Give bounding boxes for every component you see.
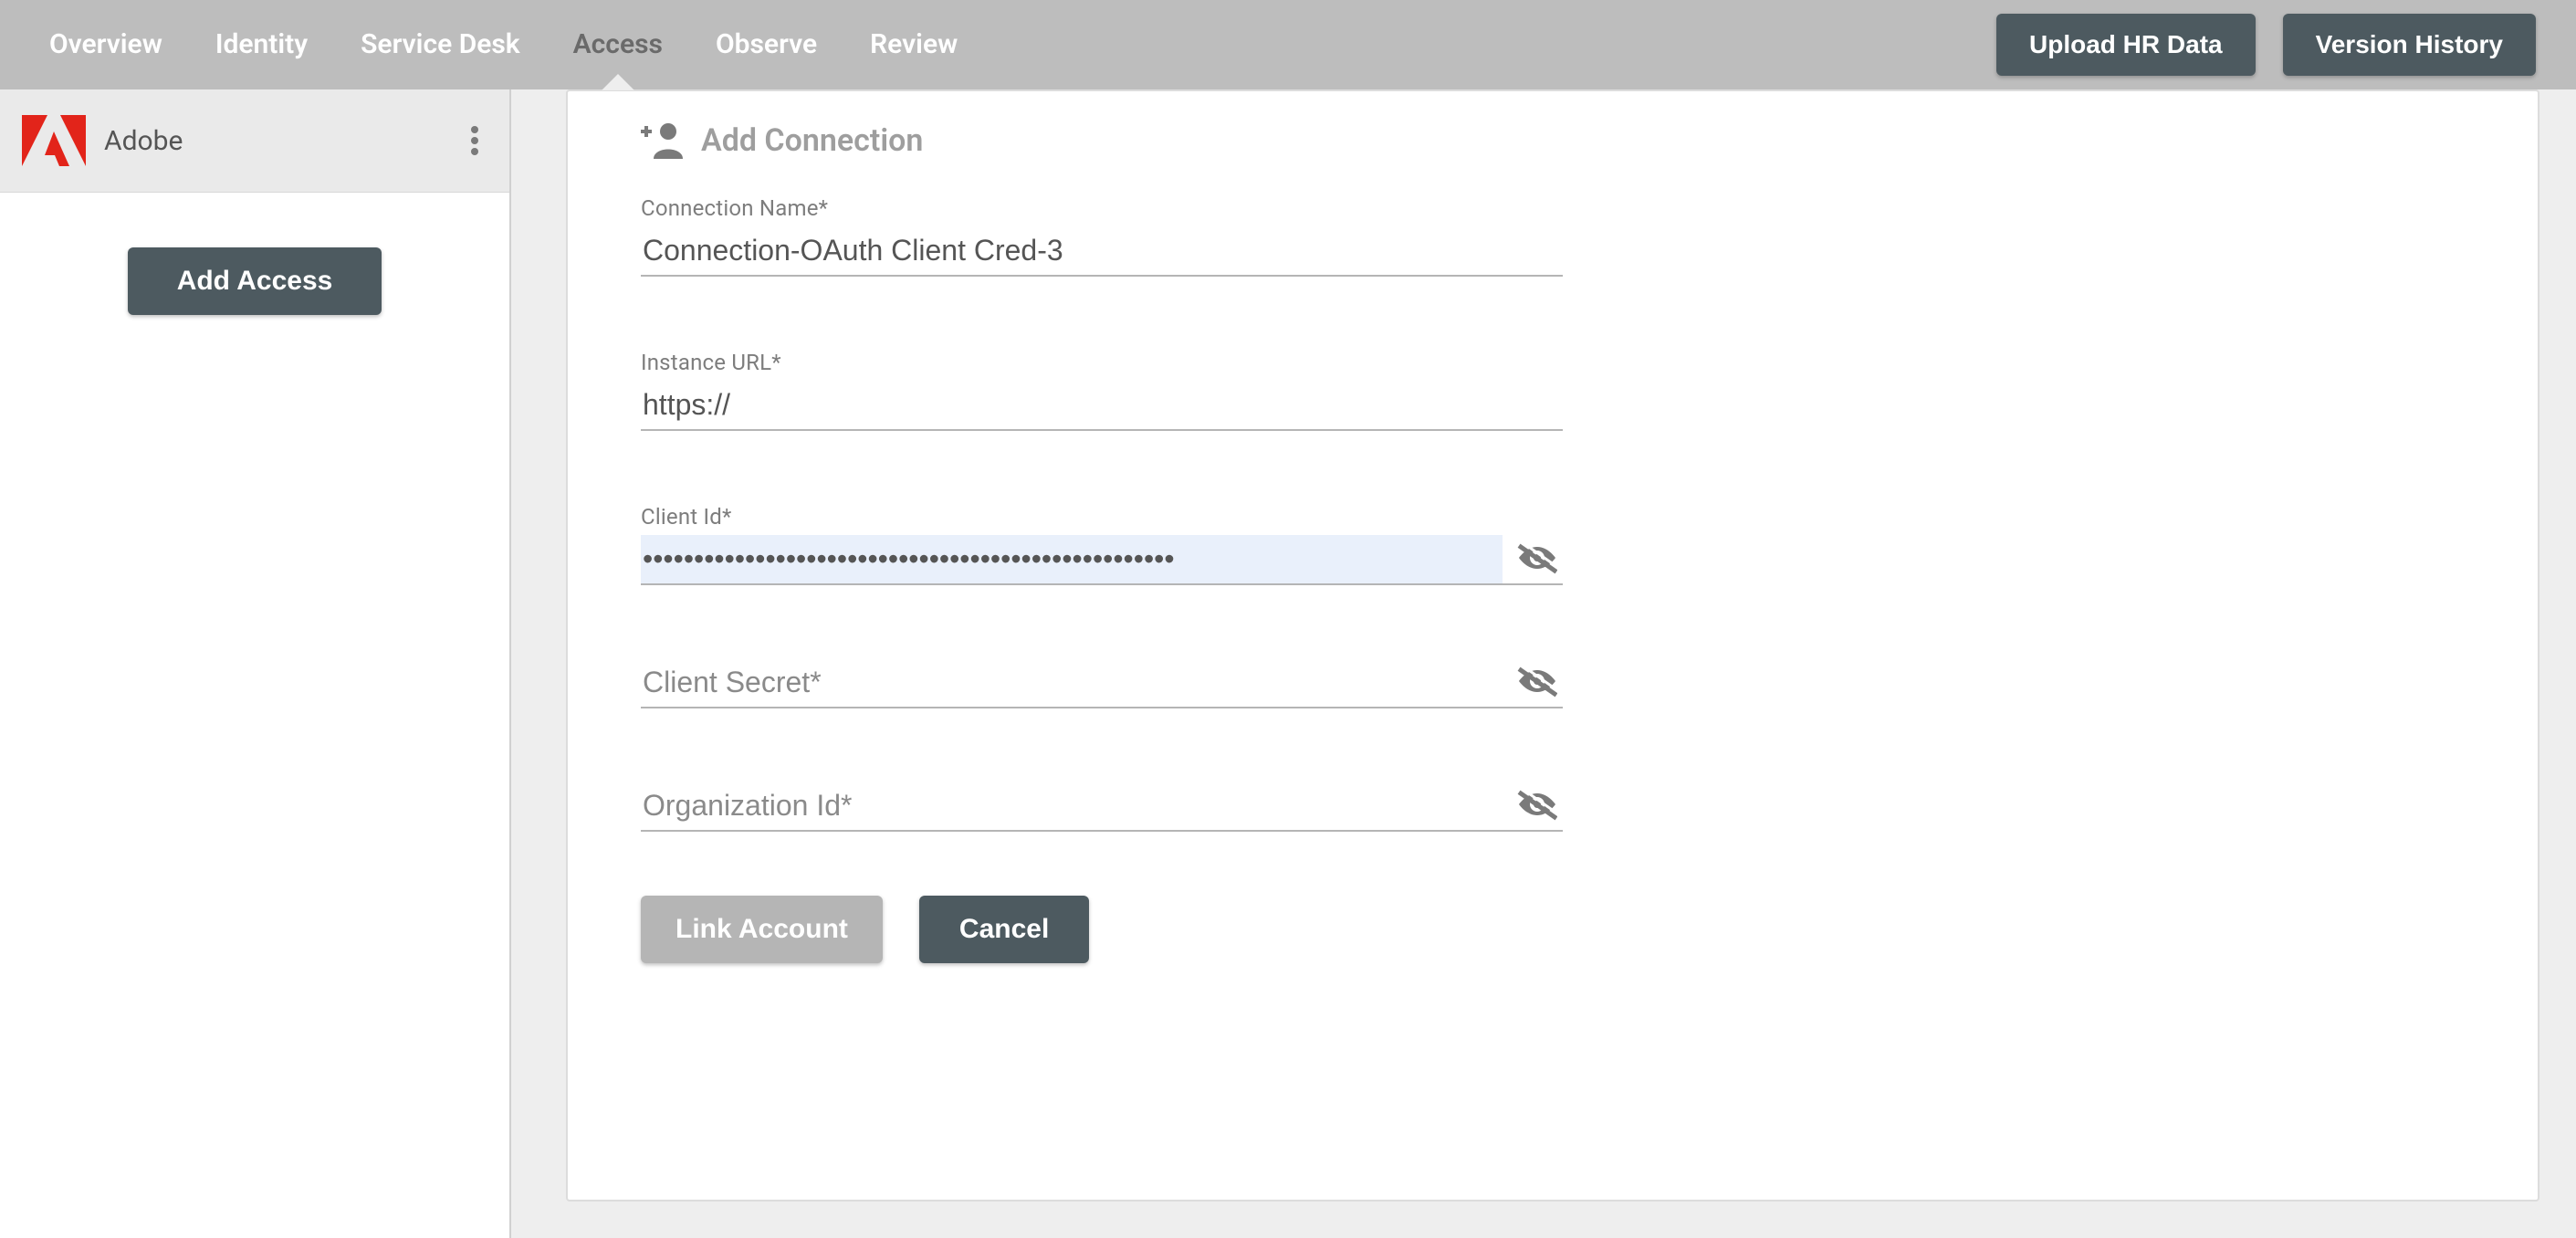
add-connection-card: Add Connection Connection Name* Instance… [566,89,2539,1201]
sidebar-item-left: Adobe [22,115,183,166]
toggle-visibility-client-secret[interactable] [1512,665,1563,700]
tab-access[interactable]: Access [573,0,663,89]
card-title: Add Connection [701,122,923,159]
person-add-icon [641,122,683,159]
field-client-secret [641,658,1563,708]
top-nav: Overview Identity Service Desk Access Ob… [0,0,2576,89]
sidebar-item-adobe[interactable]: Adobe [0,89,509,193]
tab-review[interactable]: Review [870,0,958,89]
instance-url-label: Instance URL* [641,350,1563,375]
eye-off-icon [1517,665,1557,698]
layout: Adobe Add Access Add Connection [0,89,2576,1238]
field-client-id: Client Id* [641,504,1563,585]
upload-hr-data-button[interactable]: Upload HR Data [1996,14,2256,76]
tab-observe[interactable]: Observe [716,0,817,89]
adobe-logo-icon [22,115,86,166]
field-connection-name: Connection Name* [641,195,1563,277]
card-header: Add Connection [641,122,2465,159]
link-account-button[interactable]: Link Account [641,896,883,963]
organization-id-input[interactable] [641,782,1503,830]
tab-service-desk[interactable]: Service Desk [361,0,520,89]
main: Add Connection Connection Name* Instance… [511,89,2576,1238]
instance-url-input[interactable] [641,381,1563,429]
connection-form: Connection Name* Instance URL* Client Id… [641,195,1563,963]
more-icon[interactable] [462,121,487,161]
cancel-button[interactable]: Cancel [919,896,1089,963]
client-id-input[interactable] [641,535,1503,583]
field-instance-url: Instance URL* [641,350,1563,431]
tab-overview[interactable]: Overview [49,0,162,89]
toggle-visibility-client-id[interactable] [1512,541,1563,577]
top-nav-actions: Upload HR Data Version History [1996,14,2536,76]
sidebar: Adobe Add Access [0,89,511,1238]
field-organization-id [641,782,1563,832]
sidebar-actions: Add Access [0,193,509,315]
form-actions: Link Account Cancel [641,896,1563,963]
add-access-button[interactable]: Add Access [128,247,382,315]
eye-off-icon [1517,788,1557,821]
sidebar-item-label: Adobe [104,125,183,157]
top-nav-tabs: Overview Identity Service Desk Access Ob… [49,0,958,89]
connection-name-input[interactable] [641,226,1563,275]
tab-identity[interactable]: Identity [215,0,308,89]
eye-off-icon [1517,541,1557,574]
connection-name-label: Connection Name* [641,195,1563,221]
client-id-label: Client Id* [641,504,1563,530]
toggle-visibility-organization-id[interactable] [1512,788,1563,824]
client-secret-input[interactable] [641,658,1503,707]
version-history-button[interactable]: Version History [2283,14,2536,76]
